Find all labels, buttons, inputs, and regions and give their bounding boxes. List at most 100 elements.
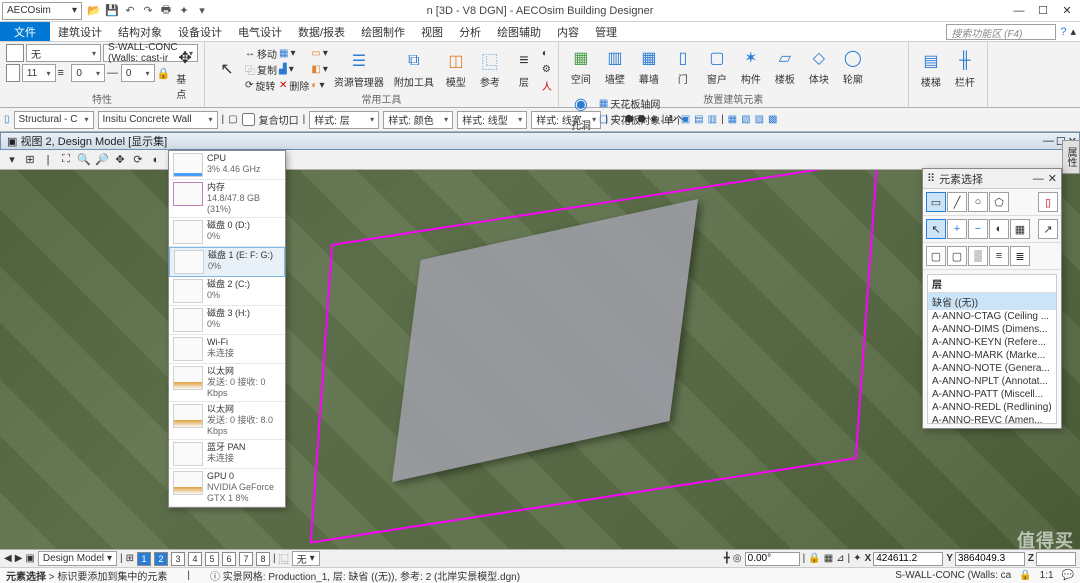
- cube2-icon[interactable]: ▤: [694, 114, 703, 125]
- filter1-icon[interactable]: ▢: [926, 246, 946, 266]
- perf-item[interactable]: 以太网发送: 0 接收: 8.0 Kbps: [169, 402, 285, 440]
- sb-views-icon[interactable]: ⊞: [126, 553, 134, 564]
- perf-item[interactable]: GPU 0NVIDIA GeForce GTX 1 8%: [169, 469, 285, 507]
- tab-aid[interactable]: 绘图辅助: [489, 22, 549, 41]
- style-level[interactable]: 样式: 层▾: [309, 111, 379, 129]
- array-button[interactable]: ▦▾: [279, 46, 309, 61]
- view-4[interactable]: 4: [188, 552, 202, 566]
- cube4-icon[interactable]: ▦: [728, 114, 737, 125]
- layer-row[interactable]: A-ANNO-DIMS (Dimens...: [928, 323, 1056, 336]
- tab-elec[interactable]: 电气设计: [230, 22, 290, 41]
- sel-line-icon[interactable]: ╱: [947, 192, 967, 212]
- undo-icon[interactable]: ↶: [122, 3, 138, 19]
- snap1-icon[interactable]: ╋: [724, 553, 730, 564]
- tab-mech[interactable]: 设备设计: [170, 22, 230, 41]
- status-msg-icon[interactable]: 💬: [1062, 570, 1074, 581]
- attach-button[interactable]: ⧉附加工具: [390, 44, 438, 93]
- mode-all-icon[interactable]: ▦: [1010, 219, 1030, 239]
- view-7[interactable]: 7: [239, 552, 253, 566]
- acs-icon[interactable]: ⊿: [836, 553, 844, 564]
- vt2[interactable]: ⊞: [22, 152, 38, 168]
- level-button[interactable]: ≡层: [508, 44, 540, 93]
- layer-swatch[interactable]: [6, 44, 24, 62]
- tool2-icon[interactable]: ▾: [194, 3, 210, 19]
- perf-item[interactable]: 内存14.8/47.8 GB (31%): [169, 180, 285, 218]
- element-selection-panel[interactable]: ⠿元素选择—✕ ▭ ╱ ○ ⬠ ▯ ↖ + − ◐ ▦ ↗ ▢ ▢ ▒ ≡ ≣ …: [922, 168, 1062, 429]
- layer-row[interactable]: A-ANNO-NOTE (Genera...: [928, 362, 1056, 375]
- pan-icon[interactable]: ✥: [112, 152, 128, 168]
- profile-button[interactable]: ◯轮廓: [837, 44, 869, 88]
- merge-check[interactable]: [242, 113, 255, 126]
- sb-ref-icon[interactable]: ⿺: [279, 551, 289, 566]
- perf-item[interactable]: 蓝牙 PAN未连接: [169, 440, 285, 469]
- view-min[interactable]: —: [1043, 135, 1054, 148]
- zoom-fit-icon[interactable]: ⛶: [58, 152, 74, 168]
- floor-button[interactable]: ▱楼板: [769, 44, 801, 88]
- sel-rect-icon[interactable]: ▭: [926, 192, 946, 212]
- p2[interactable]: ⚙: [542, 62, 552, 77]
- view-title-bar[interactable]: ▣ 视图 2, Design Model [显示集] —☐✕: [0, 132, 1080, 150]
- file-tab[interactable]: 文件: [0, 22, 50, 41]
- model-combo[interactable]: Design Model▾: [38, 551, 117, 566]
- perf-item[interactable]: Wi-Fi未连接: [169, 335, 285, 364]
- redo-icon[interactable]: ↷: [140, 3, 156, 19]
- perf-item[interactable]: CPU3% 4.46 GHz: [169, 151, 285, 180]
- layer-row[interactable]: 缺省 ((无)): [928, 293, 1056, 310]
- cube3-icon[interactable]: ▥: [708, 114, 717, 125]
- stairs-button[interactable]: ▤楼梯: [915, 44, 947, 93]
- open-icon[interactable]: 📂: [86, 3, 102, 19]
- layer-row[interactable]: A-ANNO-PATT (Miscell...: [928, 388, 1056, 401]
- perf-item[interactable]: 磁盘 1 (E: F: G:)0%: [169, 247, 285, 277]
- view-5[interactable]: 5: [205, 552, 219, 566]
- search-input[interactable]: 搜索功能区 (F4): [946, 24, 1056, 40]
- lineweight-combo[interactable]: 11▾: [22, 64, 56, 82]
- filter4-icon[interactable]: ≡: [989, 246, 1009, 266]
- layer-row[interactable]: A-ANNO-REVC (Amen...: [928, 414, 1056, 424]
- x-field[interactable]: [873, 552, 943, 566]
- lock-icon[interactable]: 🔒: [157, 67, 171, 80]
- grip-icon[interactable]: ⠿: [927, 172, 935, 185]
- layer-row[interactable]: A-ANNO-MARK (Marke...: [928, 349, 1056, 362]
- mode-add-icon[interactable]: +: [947, 219, 967, 239]
- panel-close-icon[interactable]: ✕: [1048, 172, 1057, 185]
- sel-poly-icon[interactable]: ⬠: [989, 192, 1009, 212]
- tab-manage[interactable]: 管理: [587, 22, 625, 41]
- perf-item[interactable]: 磁盘 0 (D:)0%: [169, 218, 285, 247]
- view-1[interactable]: 1: [137, 552, 151, 566]
- sb-nav-back[interactable]: ◀: [4, 553, 12, 564]
- space-button[interactable]: ▦空间: [565, 44, 597, 88]
- rot-field[interactable]: [745, 552, 800, 566]
- tab-content[interactable]: 内容: [549, 22, 587, 41]
- properties-tab[interactable]: 属性: [1062, 140, 1080, 174]
- z-field[interactable]: [1036, 552, 1076, 566]
- app-selector-combo[interactable]: AECOsim▾: [2, 2, 82, 20]
- view-2[interactable]: 2: [154, 552, 168, 566]
- mod2-button[interactable]: ◧▾: [311, 62, 327, 77]
- vt1[interactable]: ▾: [4, 152, 20, 168]
- part-combo[interactable]: Insitu Concrete Wall▾: [98, 111, 218, 129]
- ceiling-obj-button[interactable]: ▢天花板对象-单个: [599, 112, 684, 127]
- close-button[interactable]: ✕: [1056, 3, 1078, 19]
- lock1-icon[interactable]: 🔒: [808, 553, 820, 564]
- move-button[interactable]: ↔移动: [245, 46, 277, 61]
- mode-inv-icon[interactable]: ◐: [989, 219, 1009, 239]
- sel-circ-icon[interactable]: ○: [968, 192, 988, 212]
- print-icon[interactable]: 🖶: [158, 3, 174, 19]
- zoom-out-icon[interactable]: 🔎: [94, 152, 110, 168]
- sel-clear-icon[interactable]: ▯: [1038, 192, 1058, 212]
- tab-arch[interactable]: 建筑设计: [50, 22, 110, 41]
- mode-sub-icon[interactable]: −: [968, 219, 988, 239]
- cube6-icon[interactable]: ▨: [755, 114, 764, 125]
- filter3-icon[interactable]: ▒: [968, 246, 988, 266]
- tool-icon[interactable]: ✦: [176, 3, 192, 19]
- mirror-button[interactable]: ▟▾: [279, 62, 309, 77]
- opt-icon[interactable]: ▯: [4, 114, 10, 125]
- xyz-icon[interactable]: ✦: [853, 553, 861, 564]
- component-button[interactable]: ✶构件: [735, 44, 767, 88]
- maximize-button[interactable]: ☐: [1032, 3, 1054, 19]
- opt-sq[interactable]: ▢: [228, 114, 237, 125]
- layer-row[interactable]: A-ANNO-NPLT (Annotat...: [928, 375, 1056, 388]
- door-button[interactable]: ▯门: [667, 44, 699, 88]
- sb-nav-fwd[interactable]: ▶: [15, 553, 23, 564]
- rail-button[interactable]: ╫栏杆: [949, 44, 981, 93]
